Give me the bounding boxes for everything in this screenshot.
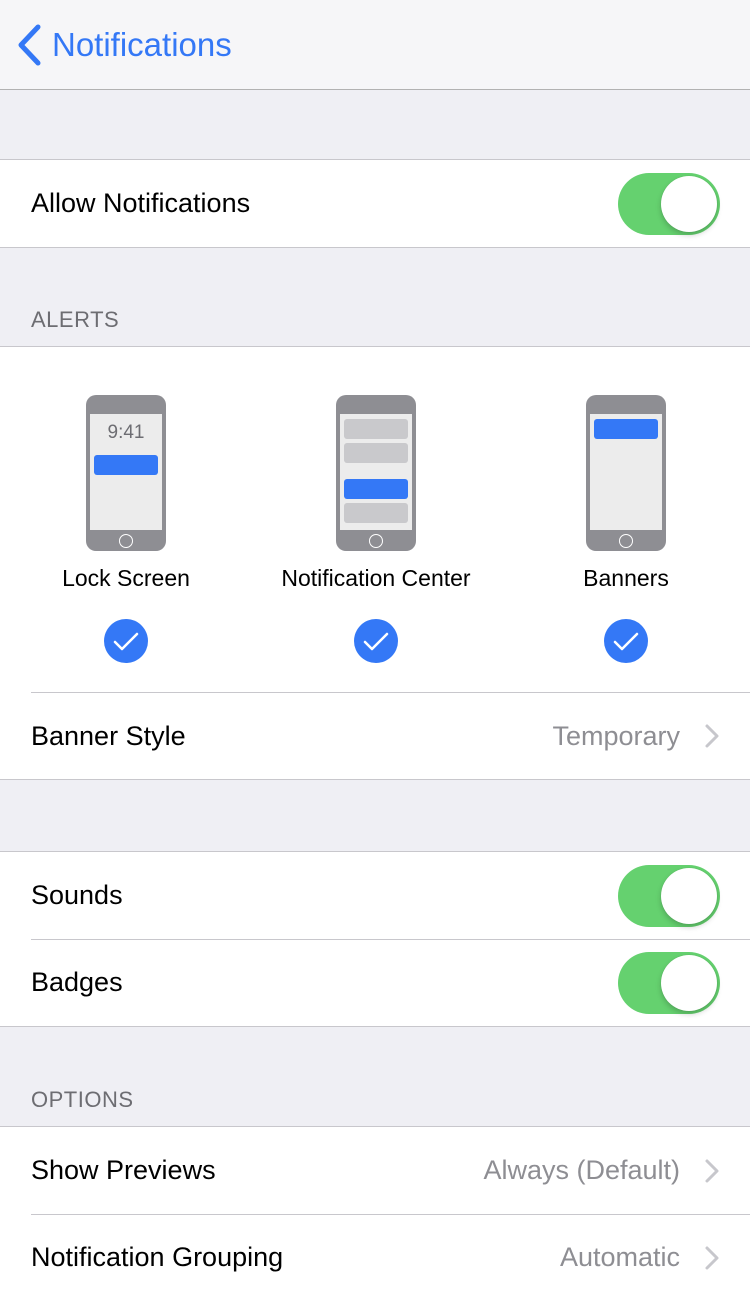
- home-button-glyph: [119, 534, 133, 548]
- alert-option-label: Notification Center: [281, 565, 471, 591]
- alert-option-label: Banners: [583, 565, 669, 591]
- alerts-group: 9:41 Lock Screen Notification Center Ban…: [0, 346, 750, 780]
- toggle-knob: [661, 175, 717, 232]
- lock-screen-time: 9:41: [107, 422, 145, 443]
- badges-label: Badges: [31, 967, 123, 997]
- alert-option-lock-screen[interactable]: 9:41 Lock Screen: [1, 347, 251, 692]
- notification-preview: [344, 503, 408, 523]
- sounds-toggle[interactable]: [618, 864, 720, 927]
- alert-style-options: 9:41 Lock Screen Notification Center Ban…: [0, 347, 750, 692]
- banner-style-row[interactable]: Banner Style Temporary: [31, 692, 750, 779]
- banner-preview: [594, 419, 658, 439]
- banner-style-label: Banner Style: [31, 720, 186, 751]
- navigation-bar: Notifications: [0, 0, 750, 90]
- home-button-glyph: [369, 534, 383, 548]
- notification-grouping-value: Automatic: [559, 1242, 680, 1272]
- allow-notifications-group: Allow Notifications: [0, 159, 750, 248]
- alert-option-label: Lock Screen: [62, 565, 190, 591]
- toggle-knob: [661, 954, 717, 1011]
- allow-notifications-toggle[interactable]: [618, 172, 720, 235]
- notification-grouping-row[interactable]: Notification Grouping Automatic: [0, 1214, 750, 1295]
- alerts-section-header: ALERTS: [31, 307, 120, 332]
- notification-grouping-label: Notification Grouping: [31, 1242, 284, 1272]
- allow-notifications-label: Allow Notifications: [31, 188, 251, 218]
- banners-phone-icon: [586, 395, 666, 551]
- options-group: Show Previews Always (Default) Notificat…: [0, 1126, 750, 1295]
- banner-style-value: Temporary: [552, 720, 680, 751]
- lock-screen-phone-icon: 9:41: [86, 395, 166, 551]
- notification-preview: [344, 443, 408, 463]
- sounds-row: Sounds: [0, 852, 750, 939]
- show-previews-value: Always (Default): [483, 1155, 680, 1185]
- sounds-label: Sounds: [31, 880, 123, 910]
- options-section-header: OPTIONS: [31, 1087, 134, 1112]
- alert-option-notification-center[interactable]: Notification Center: [251, 347, 501, 692]
- chevron-right-icon: [705, 724, 719, 748]
- show-previews-label: Show Previews: [31, 1155, 216, 1185]
- checkmark-icon[interactable]: [604, 619, 648, 663]
- alert-option-banners[interactable]: Banners: [501, 347, 750, 692]
- back-button[interactable]: Notifications: [16, 22, 232, 68]
- badges-row: Badges: [0, 939, 750, 1026]
- chevron-right-icon: [705, 1159, 719, 1182]
- toggle-knob: [661, 867, 717, 924]
- sounds-badges-group: Sounds Badges: [0, 851, 750, 1027]
- notification-preview: [344, 419, 408, 439]
- back-label: Notifications: [52, 26, 232, 63]
- checkmark-icon[interactable]: [104, 619, 148, 663]
- home-button-glyph: [619, 534, 633, 548]
- notification-center-phone-icon: [336, 395, 416, 551]
- notification-banner-preview: [94, 455, 158, 475]
- chevron-left-icon: [18, 24, 41, 66]
- allow-notifications-row: Allow Notifications: [0, 160, 750, 247]
- badges-toggle[interactable]: [618, 951, 720, 1014]
- show-previews-row[interactable]: Show Previews Always (Default): [0, 1127, 750, 1214]
- chevron-right-icon: [705, 1246, 719, 1269]
- notification-preview-active: [344, 479, 408, 499]
- checkmark-icon[interactable]: [354, 619, 398, 663]
